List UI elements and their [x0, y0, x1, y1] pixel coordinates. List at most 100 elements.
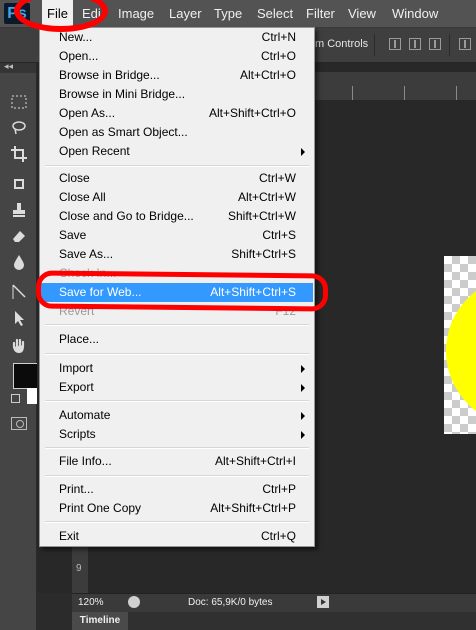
- foreground-color-swatch[interactable]: [13, 363, 39, 389]
- status-menu-arrow-icon[interactable]: [317, 596, 329, 608]
- menu-item-shortcut: Alt+Ctrl+W: [237, 190, 296, 204]
- quick-mask-icon[interactable]: [11, 417, 27, 430]
- hand-tool-icon[interactable]: [9, 337, 29, 355]
- document-canvas[interactable]: [444, 256, 476, 434]
- menu-item-shortcut: Alt+Shift+Ctrl+O: [208, 106, 296, 120]
- menu-item-open[interactable]: Open... Ctrl+O: [41, 47, 313, 66]
- menu-item-open-recent[interactable]: Open Recent: [41, 142, 313, 161]
- menu-item-save[interactable]: Save Ctrl+S: [41, 226, 313, 245]
- menu-item-label: Export: [59, 380, 94, 394]
- menu-view[interactable]: View: [348, 0, 376, 27]
- pen-tool-icon[interactable]: [9, 283, 29, 301]
- menu-item-shortcut: Ctrl+S: [262, 228, 296, 242]
- share-icon[interactable]: [128, 596, 140, 608]
- menu-separator: [45, 475, 309, 477]
- menu-item-label: Save As...: [59, 247, 114, 261]
- menu-item-label: Exit: [59, 529, 80, 543]
- crop-tool-icon[interactable]: [9, 145, 29, 163]
- menu-item-label: Place...: [59, 332, 100, 346]
- menu-item-label: Open as Smart Object...: [59, 125, 188, 139]
- menu-item-label: Save: [59, 228, 87, 242]
- history-brush-tool-icon[interactable]: [9, 175, 29, 193]
- align-center-icon[interactable]: [409, 38, 421, 50]
- menu-item-print-one-copy[interactable]: Print One Copy Alt+Shift+Ctrl+P: [41, 499, 313, 518]
- menu-separator: [45, 353, 309, 355]
- menu-item-shortcut: Shift+Ctrl+S: [231, 247, 296, 261]
- ruler-tick: [404, 86, 405, 100]
- menu-item-close-all[interactable]: Close All Alt+Ctrl+W: [41, 188, 313, 207]
- menu-item-file-info[interactable]: File Info... Alt+Shift+Ctrl+I: [41, 452, 313, 471]
- blur-tool-icon[interactable]: [9, 253, 29, 271]
- timeline-panel: [72, 612, 476, 630]
- menu-item-shortcut: Ctrl+P: [262, 482, 296, 496]
- menu-window[interactable]: Window: [392, 0, 438, 27]
- menu-item-shortcut: Shift+Ctrl+W: [227, 209, 296, 223]
- red-circle-annotation-save-for-web: [35, 270, 329, 312]
- menu-image[interactable]: Image: [118, 0, 154, 27]
- show-transform-controls-label[interactable]: m Controls: [315, 38, 368, 50]
- menu-separator: [45, 324, 309, 326]
- menu-item-shortcut: Ctrl+O: [260, 49, 296, 63]
- clone-stamp-tool-icon[interactable]: [9, 201, 29, 219]
- submenu-arrow-icon: [301, 148, 305, 156]
- zoom-level-field[interactable]: 120%: [78, 597, 104, 608]
- submenu-arrow-icon: [301, 412, 305, 420]
- menu-filter[interactable]: Filter: [306, 0, 335, 27]
- ruler-number: 9: [76, 563, 82, 574]
- default-colors-icon[interactable]: [11, 394, 20, 403]
- ruler-tick: [352, 86, 353, 100]
- menu-item-label: Close All: [59, 190, 106, 204]
- menu-item-label: Open...: [59, 49, 99, 63]
- menu-separator: [45, 400, 309, 402]
- collapse-arrows-icon[interactable]: ◂◂: [4, 61, 13, 72]
- options-separator: [374, 34, 375, 56]
- menu-item-label: Scripts: [59, 427, 96, 441]
- menu-item-label: Open Recent: [59, 144, 130, 158]
- menu-item-label: Close: [59, 171, 90, 185]
- menu-item-open-as[interactable]: Open As... Alt+Shift+Ctrl+O: [41, 104, 313, 123]
- menu-item-label: File Info...: [59, 454, 112, 468]
- menu-item-browse-in-mini-bridge[interactable]: Browse in Mini Bridge...: [41, 85, 313, 104]
- menu-item-print[interactable]: Print... Ctrl+P: [41, 480, 313, 499]
- options-separator: [449, 34, 450, 56]
- menu-item-open-as-smart-object[interactable]: Open as Smart Object...: [41, 123, 313, 142]
- menu-item-shortcut: Ctrl+N: [261, 30, 296, 44]
- menu-item-label: Close and Go to Bridge...: [59, 209, 194, 223]
- menu-item-place[interactable]: Place...: [41, 330, 313, 349]
- document-info: Doc: 65,9K/0 bytes: [188, 597, 273, 608]
- menu-item-browse-in-bridge[interactable]: Browse in Bridge... Alt+Ctrl+O: [41, 66, 313, 85]
- distribute-icon[interactable]: [459, 38, 471, 50]
- menu-item-scripts[interactable]: Scripts: [41, 425, 313, 444]
- menu-select[interactable]: Select: [257, 0, 293, 27]
- path-selection-tool-icon[interactable]: [9, 309, 29, 327]
- menu-item-exit[interactable]: Exit Ctrl+Q: [41, 527, 313, 546]
- menu-type[interactable]: Type: [214, 0, 242, 27]
- timeline-tab[interactable]: Timeline: [72, 612, 128, 630]
- menu-item-export[interactable]: Export: [41, 378, 313, 397]
- menu-item-new[interactable]: New... Ctrl+N: [41, 28, 313, 47]
- menu-item-save-as[interactable]: Save As... Shift+Ctrl+S: [41, 245, 313, 264]
- lasso-tool-icon[interactable]: [9, 119, 29, 137]
- menu-item-shortcut: Alt+Shift+Ctrl+I: [214, 454, 296, 468]
- eraser-tool-icon[interactable]: [9, 227, 29, 245]
- submenu-arrow-icon: [301, 431, 305, 439]
- menu-item-label: Browse in Mini Bridge...: [59, 87, 186, 101]
- marquee-tool-icon[interactable]: [9, 93, 29, 111]
- menu-item-import[interactable]: Import: [41, 359, 313, 378]
- menu-item-close-and-go-to-bridge[interactable]: Close and Go to Bridge... Shift+Ctrl+W: [41, 207, 313, 226]
- menu-item-shortcut: Ctrl+W: [259, 171, 296, 185]
- menu-layer[interactable]: Layer: [169, 0, 202, 27]
- submenu-arrow-icon: [301, 384, 305, 392]
- tools-panel-header[interactable]: ◂◂: [0, 61, 36, 73]
- menu-item-shortcut: Ctrl+Q: [260, 529, 296, 543]
- menu-separator: [45, 165, 309, 167]
- submenu-arrow-icon: [301, 365, 305, 373]
- menu-item-shortcut: Alt+Shift+Ctrl+P: [210, 501, 296, 515]
- menu-item-label: Browse in Bridge...: [59, 68, 160, 82]
- menu-item-close[interactable]: Close Ctrl+W: [41, 169, 313, 188]
- yellow-circle-shape: [446, 276, 476, 426]
- menu-item-label: Open As...: [59, 106, 116, 120]
- menu-item-automate[interactable]: Automate: [41, 406, 313, 425]
- align-left-icon[interactable]: [389, 38, 401, 50]
- align-right-icon[interactable]: [429, 38, 441, 50]
